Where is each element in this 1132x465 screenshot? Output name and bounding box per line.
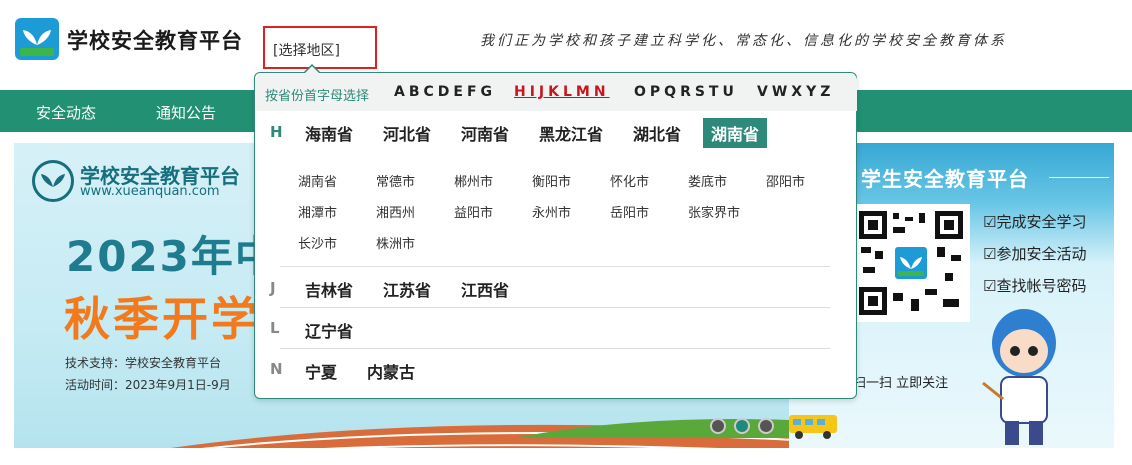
province-ningxia[interactable]: 宁夏 <box>305 359 337 383</box>
group-letter-j: J <box>270 279 276 297</box>
group-letter-l: L <box>270 319 280 337</box>
select-region-button[interactable]: [选择地区] <box>263 26 377 69</box>
province-hainan[interactable]: 海南省 <box>305 121 353 145</box>
province-heilongjiang[interactable]: 黑龙江省 <box>539 121 603 145</box>
province-jiangxi[interactable]: 江西省 <box>461 277 509 301</box>
qr-code-icon <box>859 211 963 315</box>
banner-logo-url: www.xueanquan.com <box>80 184 220 199</box>
group-divider <box>280 307 830 308</box>
province-hebei[interactable]: 河北省 <box>383 121 431 145</box>
letter-tab-hijklmn[interactable]: HIJKLMN <box>514 84 610 100</box>
nav-item-safety-news[interactable]: 安全动态 <box>36 102 96 123</box>
group-divider <box>280 266 830 267</box>
carousel-dot-3[interactable] <box>758 418 774 434</box>
region-select-dropdown: 按省份首字母选择 ABCDEFG HIJKLMN OPQRSTU VWXYZ H… <box>254 72 857 399</box>
city-item[interactable]: 株洲市 <box>376 233 415 252</box>
province-henan[interactable]: 河南省 <box>461 121 509 145</box>
province-hubei[interactable]: 湖北省 <box>633 121 681 145</box>
city-item[interactable]: 岳阳市 <box>610 202 649 221</box>
city-item[interactable]: 郴州市 <box>454 171 493 190</box>
banner-tech-support: 技术支持：学校安全教育平台 <box>65 356 222 370</box>
province-inner-mongolia[interactable]: 内蒙古 <box>367 359 415 383</box>
running-track-illustration <box>170 419 789 448</box>
feature-join-activities: ☑参加安全活动 <box>983 245 1087 263</box>
carousel-dot-2[interactable] <box>734 418 750 434</box>
carousel-dot-1[interactable] <box>710 418 726 434</box>
banner-activity-time: 活动时间：2023年9月1日-9月 <box>65 378 231 392</box>
feature-find-account: ☑查找帐号密码 <box>983 277 1087 295</box>
group-letter-n: N <box>270 360 283 378</box>
title-divider <box>1049 177 1109 178</box>
letter-tab-vwxyz[interactable]: VWXYZ <box>757 84 834 100</box>
city-item[interactable]: 长沙市 <box>298 233 337 252</box>
city-item[interactable]: 衡阳市 <box>532 171 571 190</box>
site-slogan: 我们正为学校和孩子建立科学化、常态化、信息化的学校安全教育体系 <box>480 33 1007 49</box>
city-item[interactable]: 湖南省 <box>298 171 337 190</box>
site-title[interactable]: 学校安全教育平台 <box>67 25 243 55</box>
feature-complete-learning: ☑完成安全学习 <box>983 213 1087 231</box>
banner-logo-icon <box>32 160 74 202</box>
mascot-illustration <box>982 309 1056 445</box>
group-letter-h: H <box>270 123 283 141</box>
select-region-label: [选择地区] <box>273 43 340 59</box>
city-item[interactable]: 怀化市 <box>610 171 649 190</box>
site-logo-icon[interactable] <box>15 18 59 60</box>
banner-headline: 2023年中 <box>66 232 279 281</box>
province-hunan[interactable]: 湖南省 <box>703 118 768 148</box>
city-item[interactable]: 湘西州 <box>376 202 415 221</box>
letter-tab-opqrstu[interactable]: OPQRSTU <box>634 84 738 100</box>
letter-filter-bar: 按省份首字母选择 ABCDEFG HIJKLMN OPQRSTU VWXYZ <box>256 74 857 111</box>
city-item[interactable]: 永州市 <box>532 202 571 221</box>
app-promo-title: 学生安全教育平台 <box>861 167 1029 191</box>
province-liaoning[interactable]: 辽宁省 <box>305 318 353 342</box>
city-item[interactable]: 邵阳市 <box>766 171 805 190</box>
city-item[interactable]: 娄底市 <box>688 171 727 190</box>
letter-filter-label: 按省份首字母选择 <box>265 89 370 104</box>
letter-tab-abcdefg[interactable]: ABCDEFG <box>394 84 496 100</box>
banner-subheadline: 秋季开学 <box>64 292 260 346</box>
province-jilin[interactable]: 吉林省 <box>305 277 353 301</box>
province-jiangsu[interactable]: 江苏省 <box>383 277 431 301</box>
group-divider <box>280 348 830 349</box>
city-item[interactable]: 益阳市 <box>454 202 493 221</box>
city-item[interactable]: 常德市 <box>376 171 415 190</box>
city-item[interactable]: 湘潭市 <box>298 202 337 221</box>
page: 学校安全教育平台 [选择地区] 我们正为学校和孩子建立科学化、常态化、信息化的学… <box>0 0 1132 465</box>
school-bus-illustration <box>789 415 837 439</box>
dropdown-caret-inner <box>304 66 320 74</box>
scan-follow-text: 扫一扫 立即关注 <box>853 376 949 391</box>
nav-item-notices[interactable]: 通知公告 <box>156 102 216 123</box>
city-item[interactable]: 张家界市 <box>688 202 740 221</box>
